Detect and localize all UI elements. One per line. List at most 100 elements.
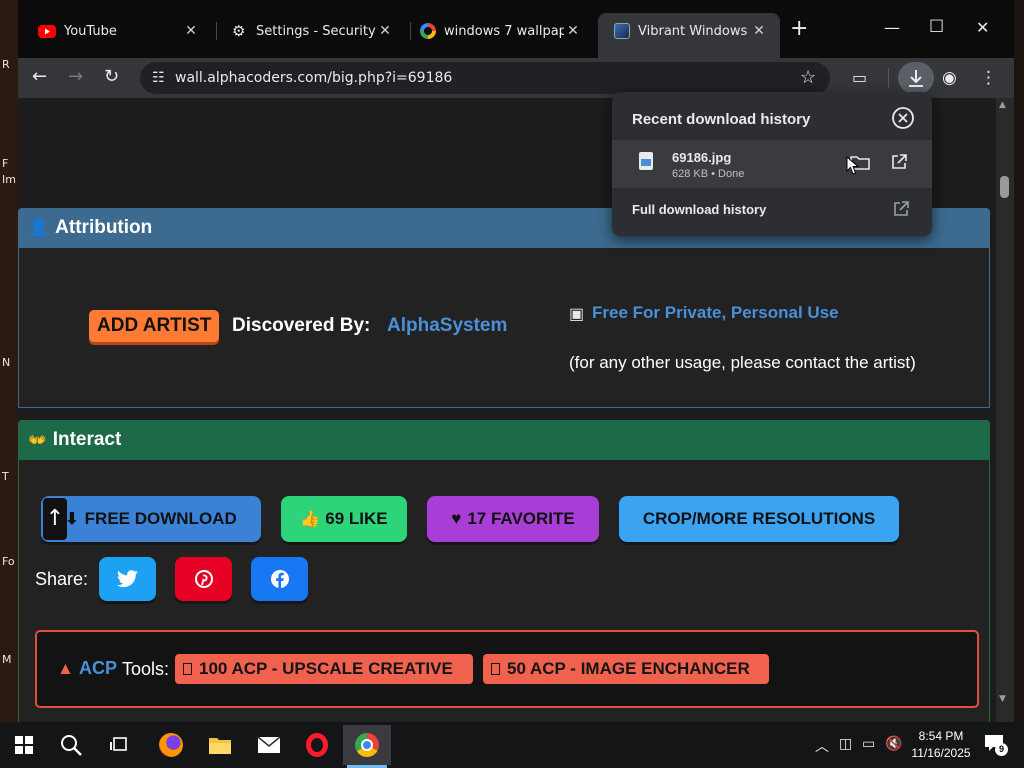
maximize-button[interactable]: ☐ xyxy=(929,17,944,37)
favorite-button[interactable]: ♥ 17 FAVORITE xyxy=(427,496,599,542)
mail-icon xyxy=(257,736,281,753)
close-icon[interactable]: ✕ xyxy=(376,23,394,39)
acp-label: ACP xyxy=(79,658,118,678)
discovered-by-label: Discovered By: xyxy=(232,315,371,336)
url-text: wall.alphacoders.com/big.php?i=69186 xyxy=(175,70,453,86)
gear-icon: ⚙ xyxy=(232,22,246,40)
acp-tools-box: ▲ ACP Tools: 100 ACP - UPSCALE CREATIVE … xyxy=(35,630,979,708)
page-scrollbar[interactable]: ▲ ▼ xyxy=(996,98,1014,722)
download-file-meta: 628 KB • Done xyxy=(672,168,745,180)
bookmark-star-icon[interactable]: ☆ xyxy=(800,67,816,88)
youtube-icon xyxy=(38,24,56,38)
artist-link[interactable]: AlphaSystem xyxy=(387,315,507,337)
search-icon xyxy=(61,735,82,756)
taskbar-chrome[interactable] xyxy=(343,725,391,768)
search-button[interactable] xyxy=(48,725,94,765)
scrollbar-thumb[interactable] xyxy=(1000,176,1009,198)
license-icon: ▣ xyxy=(569,306,585,323)
forward-button[interactable]: → xyxy=(68,66,83,87)
notifications-button[interactable]: 9 xyxy=(984,734,1008,757)
tab-youtube[interactable]: YouTube ✕ xyxy=(22,13,212,49)
opera-icon xyxy=(306,733,328,757)
desktop-icon-label: M xyxy=(2,653,12,666)
download-file-name[interactable]: 69186.jpg xyxy=(672,150,731,165)
address-bar[interactable]: ☷ wall.alphacoders.com/big.php?i=69186 ☆ xyxy=(140,62,830,94)
media-control-icon[interactable]: ▭ xyxy=(852,68,867,87)
desktop-icon-label: Im xyxy=(2,173,16,186)
task-view-button[interactable] xyxy=(96,725,142,765)
folder-icon xyxy=(209,738,231,754)
download-icon xyxy=(909,70,923,87)
site-info-icon[interactable]: ☷ xyxy=(152,69,165,86)
taskbar-mail[interactable] xyxy=(246,725,292,765)
close-circle-icon[interactable] xyxy=(891,106,915,130)
tab-google-search[interactable]: windows 7 wallpaper ✕ xyxy=(404,13,594,49)
start-button[interactable] xyxy=(1,725,47,765)
facebook-icon xyxy=(270,570,289,588)
add-artist-button[interactable]: ADD ARTIST xyxy=(89,310,220,342)
desktop-background: R F Im N T Fo M xyxy=(0,0,18,722)
window-close-button[interactable]: ✕ xyxy=(976,18,989,37)
download-item[interactable]: 69186.jpg 628 KB • Done xyxy=(612,140,932,188)
scroll-down-arrow-icon[interactable]: ▼ xyxy=(999,694,1006,704)
pinterest-share-button[interactable] xyxy=(175,557,232,601)
scroll-up-arrow-icon[interactable]: ▲ xyxy=(999,100,1006,110)
license-note: (for any other usage, please contact the… xyxy=(569,353,916,372)
full-download-history-link[interactable]: Full download history xyxy=(632,202,766,217)
desktop-icon-label: T xyxy=(2,470,9,483)
close-icon[interactable]: ✕ xyxy=(182,23,200,39)
interact-panel: ⬇ FREE DOWNLOAD 👍 69 LIKE ♥ 17 FAVORITE … xyxy=(18,460,990,722)
close-icon[interactable]: ✕ xyxy=(750,23,768,39)
scroll-to-top-button[interactable]: ↑ xyxy=(43,498,67,540)
task-view-icon xyxy=(110,737,127,751)
meet-now-icon[interactable]: ◫ xyxy=(839,736,852,752)
image-enhancer-button[interactable]: 50 ACP - IMAGE ENCHANCER xyxy=(483,654,769,684)
tray-overflow-chevron-icon[interactable]: ︿ xyxy=(815,736,829,756)
open-external-icon[interactable] xyxy=(890,153,908,171)
mouse-cursor-icon xyxy=(846,156,860,175)
tab-strip: YouTube ✕ ⚙ Settings - Security ✕ window… xyxy=(18,0,1014,58)
taskbar-file-explorer[interactable] xyxy=(197,725,243,765)
tab-title: Settings - Security xyxy=(256,23,376,39)
volume-muted-icon[interactable]: 🔇 xyxy=(885,736,902,752)
share-label: Share: xyxy=(35,569,89,589)
desktop-icon-label: R xyxy=(2,58,10,71)
open-external-icon[interactable] xyxy=(892,200,910,218)
new-tab-button[interactable]: + xyxy=(790,18,808,40)
site-favicon-icon xyxy=(614,23,630,39)
tab-title: windows 7 wallpaper xyxy=(444,23,564,39)
favorite-label: 17 FAVORITE xyxy=(467,509,575,528)
crop-resolutions-button[interactable]: CROP/MORE RESOLUTIONS xyxy=(619,496,899,542)
pinterest-icon xyxy=(194,570,213,588)
windows-taskbar: ︿ ◫ ▭ 🔇 8:54 PM 11/16/2025 9 xyxy=(0,722,1024,768)
tab-settings[interactable]: ⚙ Settings - Security ✕ xyxy=(216,13,406,49)
reload-button[interactable]: ↻ xyxy=(104,66,119,87)
profile-icon[interactable]: ◉ xyxy=(942,68,957,88)
taskbar-opera[interactable] xyxy=(294,725,340,765)
heart-icon: ♥ xyxy=(451,509,462,528)
close-icon[interactable]: ✕ xyxy=(564,23,582,39)
chrome-icon xyxy=(355,733,379,757)
thumbs-up-icon: 👍 xyxy=(300,511,321,528)
like-button[interactable]: 👍 69 LIKE xyxy=(281,496,407,542)
windows-logo-icon xyxy=(15,736,33,754)
twitter-share-button[interactable] xyxy=(99,557,156,601)
upscale-creative-button[interactable]: 100 ACP - UPSCALE CREATIVE xyxy=(175,654,473,684)
clock[interactable]: 8:54 PM 11/16/2025 xyxy=(906,728,976,762)
notification-count: 9 xyxy=(995,743,1008,756)
taskbar-firefox[interactable] xyxy=(148,725,194,765)
downloads-button[interactable] xyxy=(898,62,934,94)
missing-glyph-icon xyxy=(491,663,500,675)
network-icon[interactable]: ▭ xyxy=(862,736,875,752)
back-button[interactable]: ← xyxy=(32,66,47,87)
menu-kebab-icon[interactable]: ⋮ xyxy=(980,68,997,88)
tab-alphacoders[interactable]: Vibrant Windows 7 HD ✕ xyxy=(598,13,780,58)
minimize-button[interactable]: — xyxy=(884,18,900,37)
free-download-button[interactable]: ⬇ FREE DOWNLOAD xyxy=(41,496,261,542)
facebook-share-button[interactable] xyxy=(251,557,308,601)
google-icon xyxy=(420,23,436,39)
license-link[interactable]: Free For Private, Personal Use xyxy=(592,303,839,323)
desktop-icon-label: F xyxy=(2,157,9,170)
desktop-icon-label: N xyxy=(2,356,11,369)
image-file-icon xyxy=(639,152,653,170)
